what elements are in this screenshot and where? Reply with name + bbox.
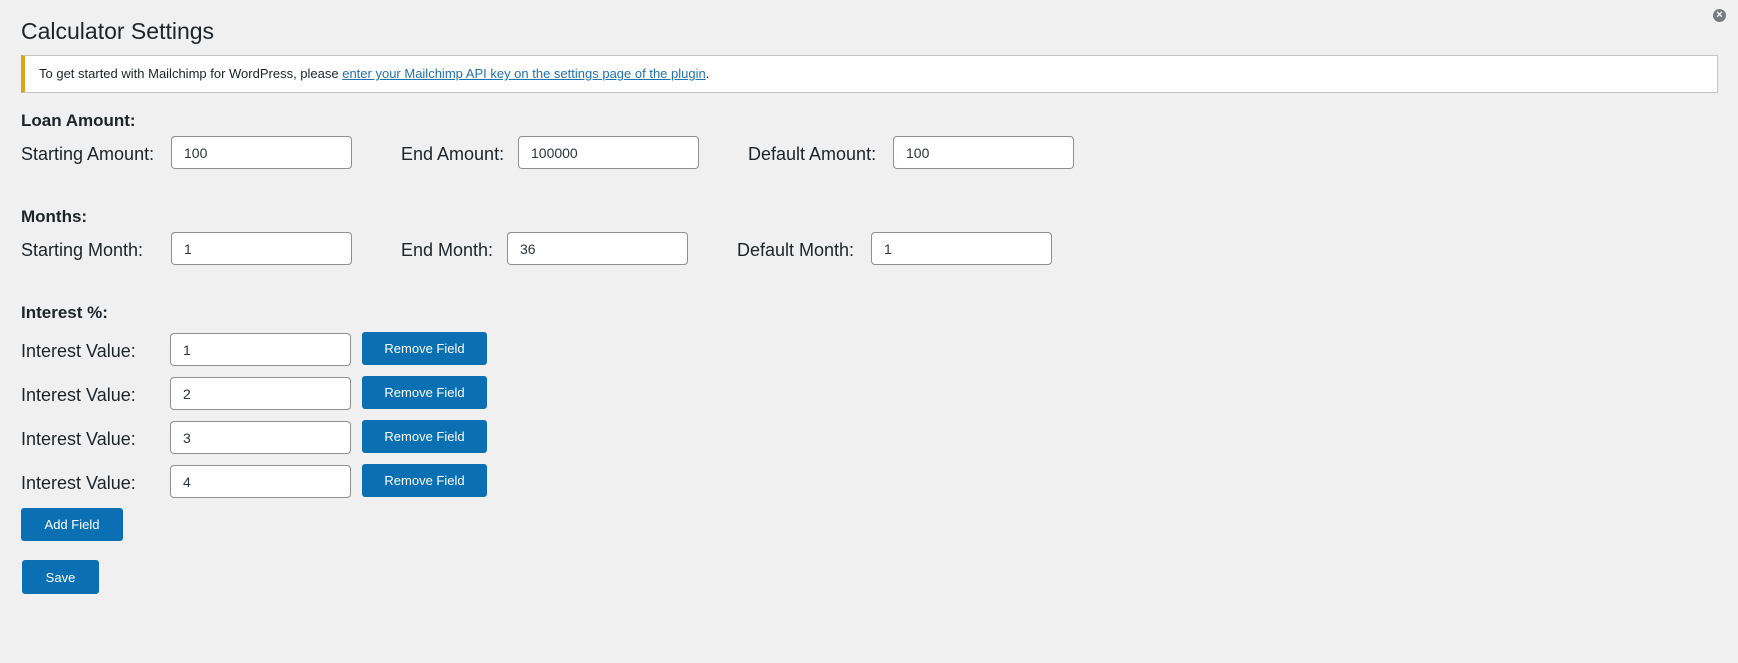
remove-field-button[interactable]: Remove Field — [362, 332, 487, 365]
end-amount-input[interactable] — [518, 136, 699, 169]
end-month-label: End Month: — [401, 240, 494, 260]
interest-value-input[interactable] — [170, 421, 351, 454]
notice-text-end: . — [705, 66, 710, 81]
interest-value-label: Interest Value: — [21, 341, 136, 361]
mailchimp-notice: To get started with Mailchimp for WordPr… — [21, 55, 1718, 93]
remove-field-button[interactable]: Remove Field — [362, 376, 487, 409]
starting-amount-label: Starting Amount: — [21, 144, 155, 164]
remove-field-button[interactable]: Remove Field — [362, 420, 487, 453]
interest-value-label: Interest Value: — [21, 385, 136, 405]
starting-month-label: Starting Month: — [21, 240, 144, 260]
interest-heading: Interest %: — [21, 303, 108, 322]
notice-text: To get started with Mailchimp for WordPr… — [39, 66, 343, 81]
starting-amount-input[interactable] — [171, 136, 352, 169]
interest-value-input[interactable] — [170, 377, 351, 410]
interest-value-label: Interest Value: — [21, 473, 136, 493]
remove-field-button[interactable]: Remove Field — [362, 464, 487, 497]
default-month-input[interactable] — [871, 232, 1052, 265]
loan-amount-heading: Loan Amount: — [21, 111, 136, 130]
default-amount-input[interactable] — [893, 136, 1074, 169]
months-heading: Months: — [21, 207, 88, 226]
interest-value-input[interactable] — [170, 333, 351, 366]
close-icon[interactable]: × — [1713, 9, 1726, 22]
starting-month-input[interactable] — [171, 232, 352, 265]
end-amount-label: End Amount: — [401, 144, 505, 164]
add-field-button[interactable]: Add Field — [21, 508, 123, 541]
mailchimp-settings-link[interactable]: enter your Mailchimp API key on the sett… — [342, 66, 706, 81]
calculator-settings-page: × Calculator Settings To get started wit… — [0, 0, 1738, 663]
interest-value-input[interactable] — [170, 465, 351, 498]
default-amount-label: Default Amount: — [748, 144, 877, 164]
interest-value-label: Interest Value: — [21, 429, 136, 449]
end-month-input[interactable] — [507, 232, 688, 265]
save-button[interactable]: Save — [22, 560, 99, 594]
default-month-label: Default Month: — [737, 240, 855, 260]
page-title: Calculator Settings — [21, 18, 215, 44]
